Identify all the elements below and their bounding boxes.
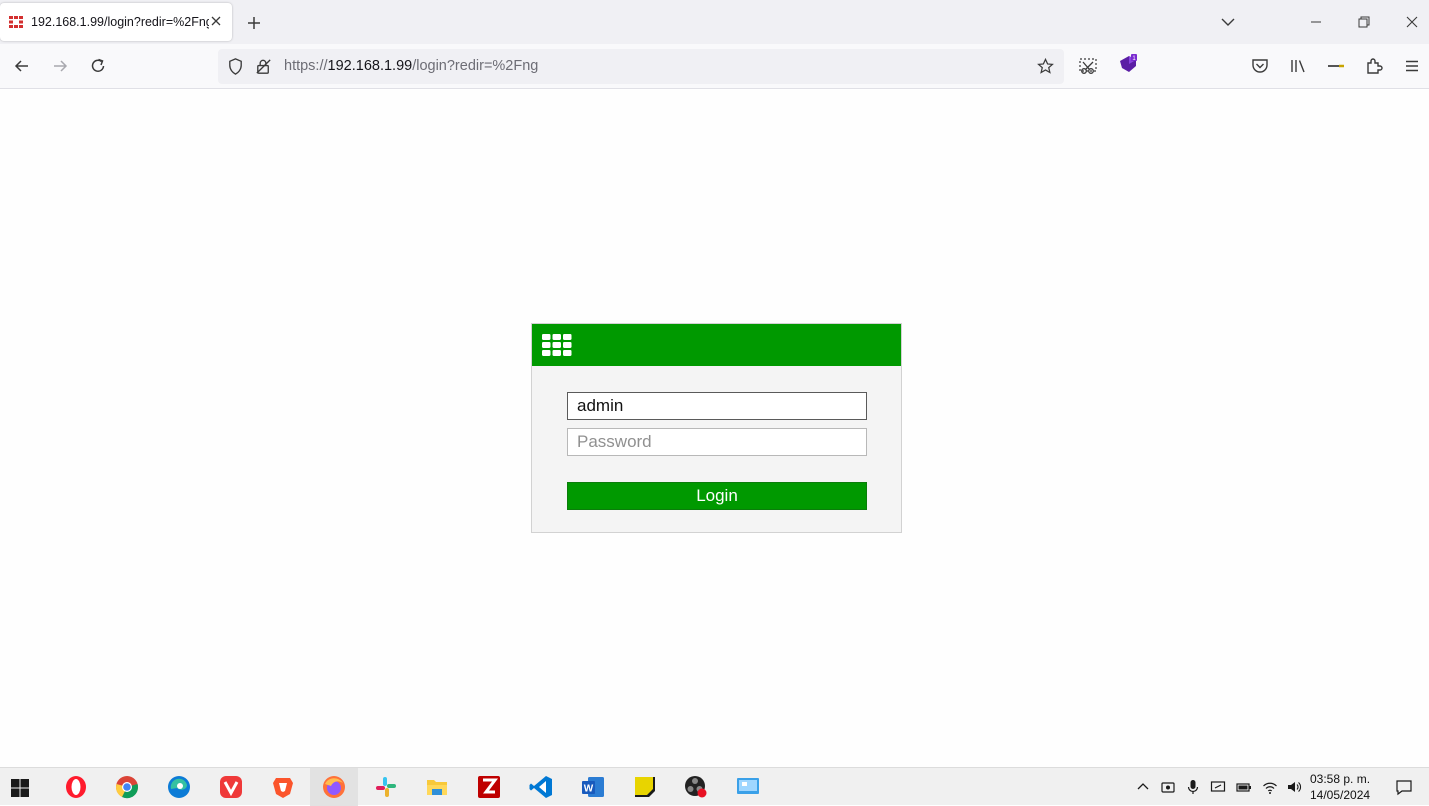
new-tab-icon[interactable] [245, 14, 263, 32]
tab-title: 192.168.1.99/login?redir=%2Fng [31, 15, 209, 29]
filezilla-icon[interactable] [476, 774, 502, 800]
pocket-icon[interactable] [1250, 56, 1270, 76]
windows-start-icon[interactable] [10, 778, 30, 798]
close-tab-icon[interactable] [208, 13, 224, 29]
url-host: 192.168.1.99 [327, 58, 413, 74]
svg-text:W: W [584, 784, 594, 795]
key-icon[interactable] [1326, 56, 1346, 76]
clock-date: 14/05/2024 [1310, 788, 1371, 802]
back-arrow-icon[interactable] [12, 56, 32, 76]
firefox-icon[interactable] [321, 774, 347, 800]
webcam-icon[interactable] [1160, 779, 1176, 795]
close-window-icon[interactable] [1404, 14, 1420, 30]
login-header [532, 324, 901, 366]
taskbar-clock[interactable]: 03:58 p. m. 14/05/2024 [1310, 771, 1370, 803]
url-text[interactable]: https://192.168.1.99/login?redir=%2Fng [284, 58, 538, 74]
volume-icon[interactable] [1286, 779, 1302, 795]
slack-icon[interactable] [373, 774, 399, 800]
extensions-puzzle-icon[interactable] [1364, 56, 1384, 76]
chevron-up-icon[interactable] [1135, 779, 1151, 795]
file-explorer-icon[interactable] [424, 774, 450, 800]
login-button[interactable]: Login [567, 482, 867, 510]
url-path: /login?redir=%2Fng [412, 58, 539, 74]
fortinet-logo-icon [542, 334, 572, 356]
url-scheme: https:// [284, 58, 328, 74]
obs-icon[interactable] [683, 774, 709, 800]
fortinet-favicon-icon [9, 16, 23, 28]
clock-time: 03:58 p. m. [1310, 772, 1371, 786]
edge-icon[interactable] [166, 774, 192, 800]
navigation-toolbar: https://192.168.1.99/login?redir=%2Fng 1 [0, 44, 1429, 89]
bookmark-star-icon[interactable] [1036, 57, 1055, 76]
remote-desktop-icon[interactable] [735, 774, 761, 800]
reload-icon[interactable] [88, 56, 108, 76]
opera-icon[interactable] [63, 774, 89, 800]
page-content: Login [0, 90, 1429, 767]
login-panel: Login [531, 323, 902, 533]
word-icon[interactable]: W [580, 774, 606, 800]
extension-purple-icon[interactable]: 1 [1117, 53, 1139, 75]
username-input[interactable] [567, 392, 867, 420]
vscode-icon[interactable] [528, 774, 554, 800]
restore-icon[interactable] [1356, 14, 1372, 30]
battery-icon[interactable] [1236, 779, 1252, 795]
wifi-icon[interactable] [1262, 779, 1278, 795]
display-icon[interactable] [1210, 779, 1226, 795]
windows-taskbar: W 03:58 p. m. 14/05/2024 [0, 767, 1429, 806]
minimize-icon[interactable] [1308, 14, 1324, 30]
password-input[interactable] [567, 428, 867, 456]
list-all-tabs-icon[interactable] [1220, 14, 1236, 30]
microphone-icon[interactable] [1185, 779, 1201, 795]
tracking-protection-shield-icon[interactable] [226, 57, 245, 76]
library-icon[interactable] [1288, 56, 1308, 76]
address-bar[interactable]: https://192.168.1.99/login?redir=%2Fng [218, 49, 1064, 84]
chrome-icon[interactable] [114, 774, 140, 800]
notifications-icon[interactable] [1395, 778, 1413, 796]
vivaldi-icon[interactable] [218, 774, 244, 800]
forward-arrow-icon[interactable] [50, 56, 70, 76]
browser-tab[interactable]: 192.168.1.99/login?redir=%2Fng [0, 3, 232, 41]
sticky-notes-icon[interactable] [632, 774, 658, 800]
tab-strip: 192.168.1.99/login?redir=%2Fng [0, 0, 1429, 44]
brave-icon[interactable] [270, 774, 296, 800]
screenshot-scissors-icon[interactable] [1078, 56, 1098, 76]
hamburger-menu-icon[interactable] [1402, 56, 1422, 76]
insecure-lock-icon[interactable] [254, 57, 273, 76]
